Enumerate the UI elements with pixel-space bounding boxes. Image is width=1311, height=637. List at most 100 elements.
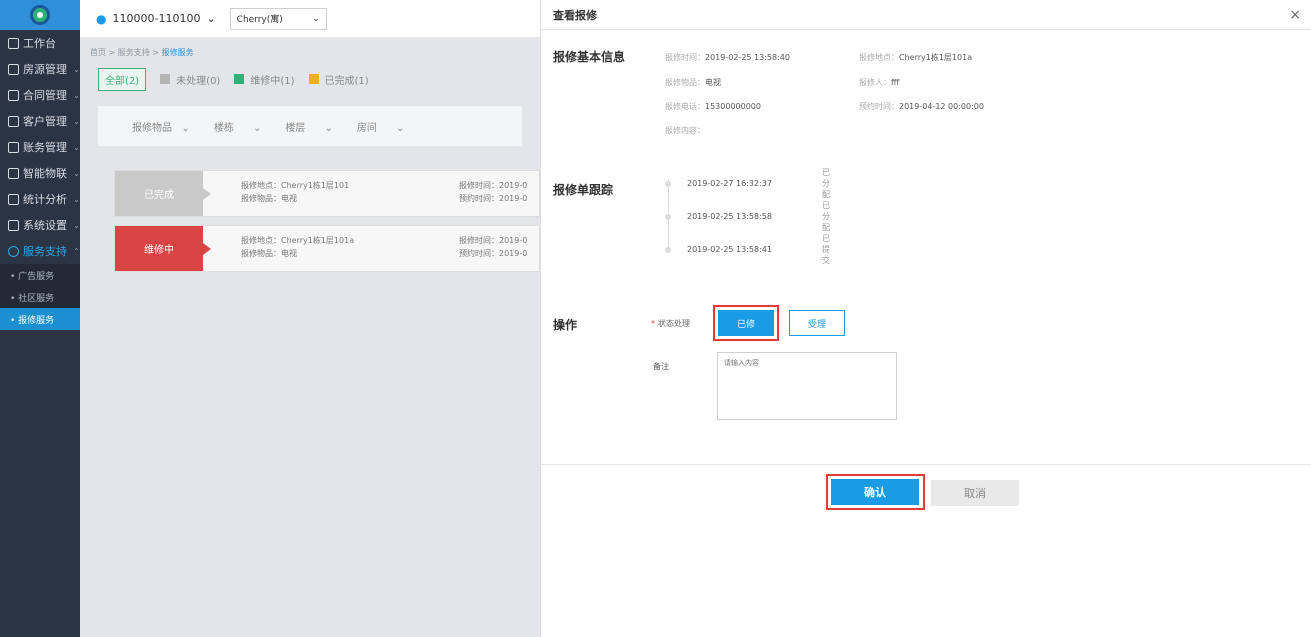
card-body: 报修地点：Cherry1栋1层101a 报修物品：电视 [203,226,459,271]
filter-label: 已完成(1) [324,75,369,87]
breadcrumb-home[interactable]: 首页 [90,48,106,57]
report-time-label: 报修时间： [665,53,705,62]
repair-place-value: Cherry1栋1层101a [899,53,973,62]
yen-icon [8,141,19,153]
sidebar-item-stats[interactable]: 统计分析 ⌄ [0,186,80,212]
content-field: 报修内容： [665,125,705,136]
select-floor[interactable]: 楼层 ⌄ [285,119,332,134]
sidebar-subitem-community[interactable]: • 社区服务 [0,286,80,308]
repair-card[interactable]: 维修中 报修地点：Cherry1栋1层101a 报修物品：电视 报修时间：201… [114,225,540,272]
chevron-down-icon: ⌄ [73,90,80,100]
chart-icon [8,193,19,205]
confirm-button[interactable]: 确认 [831,479,919,505]
sidebar-item-housing[interactable]: 房源管理 ⌄ [0,56,80,82]
remark-label: 备注 [653,362,669,371]
project-select[interactable]: Cherry(寓) ⌄ [229,7,327,30]
chevron-down-icon: ⌄ [206,12,216,25]
timeline-status: 已分配 [822,201,830,232]
sidebar-item-service[interactable]: 服务支持 ⌃ [0,238,80,264]
location-text: 110000-110100 [112,12,201,25]
chevron-down-icon: ⌄ [73,142,80,152]
select-building[interactable]: 楼栋 ⌄ [214,119,261,134]
sidebar-item-contract[interactable]: 合同管理 ⌄ [0,82,80,108]
required-star: * [651,319,655,328]
card-appt: 预约时间：2019-0 [459,194,528,203]
sidebar-subitem-ads[interactable]: • 广告服务 [0,264,80,286]
repair-place-label: 报修地点： [859,53,899,62]
card-appt: 预约时间：2019-0 [459,249,528,258]
sidebar: 工作台 房源管理 ⌄ 合同管理 ⌄ 客户管理 ⌄ 账务管理 ⌄ 智能物联 ⌄ 统计分析 ⌄ … [0,0,80,637]
state-field-label: * 状态处理 [651,318,690,329]
sidebar-item-finance[interactable]: 账务管理 ⌄ [0,134,80,160]
repair-detail-drawer: 查看报修 × 报修基本信息 报修时间：2019-02-25 13:58:40 报… [540,0,1311,637]
reporter-label: 报修人： [859,78,891,87]
filter-pending[interactable]: 未处理(0) [160,72,220,87]
cancel-button[interactable]: 取消 [931,480,1019,506]
chevron-down-icon: ⌄ [73,116,80,126]
repair-list: 已完成 报修地点：Cherry1栋1层101 报修物品：电视 报修时间：2019… [114,170,540,272]
breadcrumb-current: 报修服务 [161,48,194,57]
report-time-field: 报修时间：2019-02-25 13:58:40 [665,52,790,63]
sidebar-item-label: 账务管理 [23,141,67,154]
contract-icon [8,89,19,101]
timeline-time: 2019-02-25 13:58:58 [687,212,772,221]
sidebar-item-iot[interactable]: 智能物联 ⌄ [0,160,80,186]
select-room[interactable]: 房间 ⌄ [357,119,404,134]
filter-repairing[interactable]: 维修中(1) [234,72,295,87]
card-side: 报修时间：2019-0 预约时间：2019-0 [459,171,539,216]
remark-textarea[interactable] [717,352,897,420]
sidebar-item-label: 服务支持 [23,245,67,258]
repair-card[interactable]: 已完成 报修地点：Cherry1栋1层101 报修物品：电视 报修时间：2019… [114,170,540,217]
appointment-label: 预约时间： [859,102,899,111]
breadcrumb-parent[interactable]: 服务支持 [118,48,150,57]
basic-info-title: 报修基本信息 [553,50,626,64]
filter-completed[interactable]: 已完成(1) [308,72,369,87]
chevron-down-icon: ⌄ [73,194,80,204]
repair-item-field: 报修物品：电视 [665,77,721,88]
home-icon [8,63,19,75]
service-icon [8,245,19,257]
gear-icon [8,219,19,231]
sidebar-item-label: 智能物联 [23,167,67,180]
tracking-timeline: 2019-02-27 16:32:37 已分配 2019-02-25 13:58:… [665,168,830,266]
timeline-time: 2019-02-27 16:32:37 [687,179,772,188]
sidebar-item-label: 统计分析 [23,193,67,206]
card-time: 报修时间：2019-0 [459,236,528,245]
sidebar-item-settings[interactable]: 系统设置 ⌄ [0,212,80,238]
select-item[interactable]: 报修物品 ⌄ [132,119,190,134]
drawer-header: 查看报修 × [541,0,1311,30]
card-item: 报修物品：电视 [241,249,297,258]
sidebar-item-label: 工作台 [23,37,56,50]
card-item: 报修物品：电视 [241,194,297,203]
monitor-icon [8,37,19,49]
sidebar-item-label: 房源管理 [23,63,67,76]
status-swatch [308,74,319,84]
tracking-title: 报修单跟踪 [553,183,614,197]
logo[interactable] [0,0,80,30]
timeline-status: 已提交 [822,234,830,265]
sidebar-item-label: 合同管理 [23,89,67,102]
location-selector[interactable]: ● 110000-110100 ⌄ [96,12,216,26]
select-floor-label: 楼层 [285,122,306,134]
chevron-down-icon: ⌄ [73,220,80,230]
sidebar-subitem-repair[interactable]: • 报修服务 [0,308,80,330]
sidebar-item-workbench[interactable]: 工作台 [0,30,80,56]
repaired-button[interactable]: 已修 [718,310,774,336]
accept-button[interactable]: 受理 [789,310,845,336]
phone-label: 报修电话： [665,102,705,111]
sidebar-nav: 工作台 房源管理 ⌄ 合同管理 ⌄ 客户管理 ⌄ 账务管理 ⌄ 智能物联 ⌄ 统计分析 ⌄ … [0,30,80,264]
sidebar-submenu: • 广告服务 • 社区服务 • 报修服务 [0,264,80,330]
select-building-label: 楼栋 [213,122,234,134]
card-body: 报修地点：Cherry1栋1层101 报修物品：电视 [203,171,459,216]
sidebar-item-customer[interactable]: 客户管理 ⌄ [0,108,80,134]
repair-place-field: 报修地点：Cherry1栋1层101a [859,52,972,63]
card-time: 报修时间：2019-0 [459,181,528,190]
user-icon [8,115,19,127]
close-icon[interactable]: × [1289,7,1301,23]
chevron-up-icon: ⌃ [73,246,80,256]
reporter-field: 报修人：fff [859,77,899,88]
repair-item-label: 报修物品： [665,78,705,87]
filter-all[interactable]: 全部(2) [98,67,147,91]
logo-icon [30,5,50,25]
breadcrumb-separator: > [106,48,118,57]
